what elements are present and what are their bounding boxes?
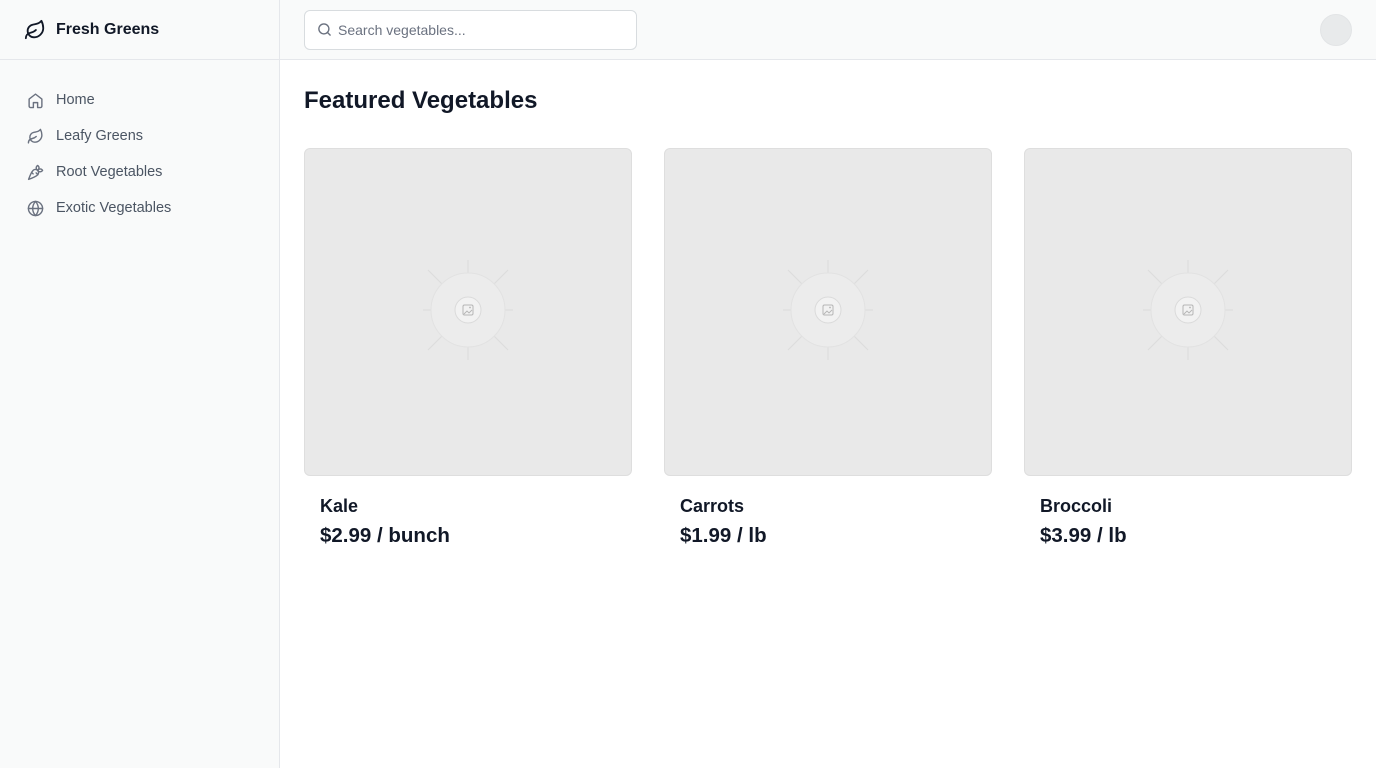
sidebar-item-label: Exotic Vegetables [56,200,172,216]
main-content: Featured Vegetables Kale $2.99 / bunch C… [304,60,1352,547]
brand[interactable]: Fresh Greens [0,0,279,60]
sidebar-item-exotic-vegetables[interactable]: Exotic Vegetables [26,190,279,226]
product-image[interactable] [1024,148,1352,476]
product-name[interactable]: Broccoli [1024,495,1352,517]
sidebar-item-root-vegetables[interactable]: Root Vegetables [26,154,279,190]
product-image[interactable] [304,148,632,476]
image-placeholder-icon [1143,259,1233,365]
sidebar-item-leafy-greens[interactable]: Leafy Greens [26,118,279,154]
sidebar-item-label: Home [56,92,95,108]
product-price: $3.99 / lb [1040,524,1127,547]
image-placeholder-icon [783,259,873,365]
product-card[interactable]: Carrots $1.99 / lb [664,148,992,549]
leaf-icon [24,19,46,41]
page-title: Featured Vegetables [304,87,538,114]
product-name[interactable]: Kale [304,495,632,517]
search-icon [316,21,332,37]
sidebar: Fresh Greens Home Leafy Greens Root Vege… [0,0,280,768]
sidebar-item-label: Root Vegetables [56,164,163,180]
globe-icon [26,199,44,217]
sidebar-item-home[interactable]: Home [26,82,279,118]
search-input[interactable] [338,22,628,38]
product-price: $2.99 / bunch [320,524,450,547]
product-image[interactable] [664,148,992,476]
search-box[interactable] [304,10,637,50]
carrot-icon [26,163,44,181]
sidebar-nav: Home Leafy Greens Root Vegetables Exotic… [0,60,279,226]
leaf-icon [26,127,44,145]
sidebar-item-label: Leafy Greens [56,128,144,144]
product-card[interactable]: Kale $2.99 / bunch [304,148,632,549]
app-root: Fresh Greens Home Leafy Greens Root Vege… [0,0,1376,768]
product-name[interactable]: Carrots [664,495,992,517]
home-icon [26,91,44,109]
product-price: $1.99 / lb [680,524,767,547]
image-placeholder-icon [423,259,513,365]
avatar[interactable] [1320,14,1352,46]
brand-title: Fresh Greens [56,20,160,38]
top-header [280,0,1376,60]
product-card[interactable]: Broccoli $3.99 / lb [1024,148,1352,549]
